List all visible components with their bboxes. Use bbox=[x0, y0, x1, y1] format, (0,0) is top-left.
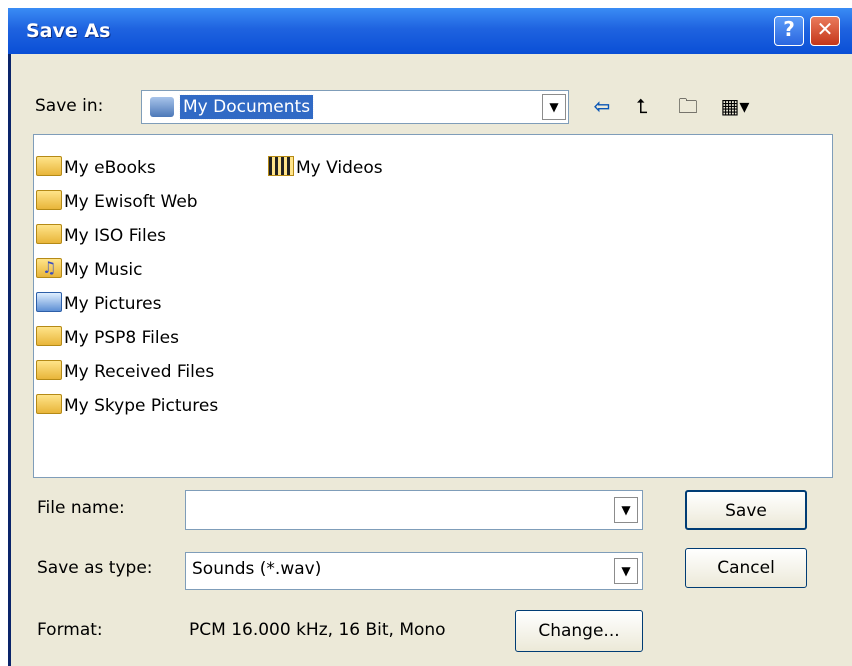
format-label: Format: bbox=[37, 620, 103, 640]
pictures-folder-icon bbox=[36, 292, 62, 312]
back-arrow-icon[interactable]: ⇦ bbox=[589, 94, 615, 118]
file-list[interactable]: My eBooks My Ewisoft Web My ISO Files My… bbox=[33, 134, 833, 478]
folder-icon bbox=[36, 190, 62, 210]
file-name-label: File name: bbox=[37, 498, 125, 518]
chevron-down-icon[interactable]: ▼ bbox=[542, 94, 566, 120]
save-as-type-value: Sounds (*.wav) bbox=[192, 559, 322, 579]
help-button[interactable]: ? bbox=[774, 16, 804, 46]
folder-icon bbox=[36, 394, 62, 414]
list-item-label: My Received Files bbox=[64, 362, 215, 382]
list-item[interactable]: My eBooks bbox=[36, 153, 156, 183]
change-button[interactable]: Change... bbox=[515, 610, 643, 652]
title-bar[interactable]: Save As ? ✕ bbox=[8, 8, 852, 54]
chevron-down-icon[interactable]: ▼ bbox=[614, 497, 638, 523]
save-in-value: My Documents bbox=[178, 94, 315, 120]
list-item[interactable]: My Received Files bbox=[36, 357, 214, 387]
save-as-type-label: Save as type: bbox=[37, 558, 153, 578]
folder-icon bbox=[36, 224, 62, 244]
list-item[interactable]: My Skype Pictures bbox=[36, 391, 218, 421]
save-in-label: Save in: bbox=[35, 96, 104, 116]
list-item[interactable]: My Music bbox=[36, 253, 143, 285]
list-item[interactable]: My Ewisoft Web bbox=[36, 187, 198, 217]
list-item-label: My Music bbox=[64, 260, 143, 280]
list-item-label: My Videos bbox=[296, 158, 383, 178]
list-item-label: My PSP8 Files bbox=[64, 328, 179, 348]
close-icon: ✕ bbox=[816, 17, 834, 41]
dialog-title: Save As bbox=[26, 20, 111, 42]
videos-folder-icon bbox=[268, 156, 294, 176]
list-item-label: My Pictures bbox=[64, 294, 162, 314]
up-one-level-icon[interactable]: ⮤ bbox=[629, 94, 655, 118]
folder-icon bbox=[36, 326, 62, 346]
file-name-field[interactable]: ▼ bbox=[185, 490, 643, 530]
music-folder-icon bbox=[36, 253, 62, 283]
list-item[interactable]: My ISO Files bbox=[36, 221, 166, 251]
list-item-label: My Skype Pictures bbox=[64, 396, 219, 416]
format-value: PCM 16.000 kHz, 16 Bit, Mono bbox=[189, 620, 446, 640]
save-in-combo[interactable]: My Documents ▼ bbox=[141, 90, 569, 124]
chevron-down-icon[interactable]: ▼ bbox=[614, 558, 638, 584]
list-item-label: My eBooks bbox=[64, 158, 156, 178]
list-item-label: My Ewisoft Web bbox=[64, 192, 198, 212]
list-item[interactable]: My Pictures bbox=[36, 289, 161, 319]
my-documents-icon bbox=[150, 97, 174, 117]
list-item[interactable]: My Videos bbox=[268, 153, 383, 183]
save-as-dialog: Save As ? ✕ Save in: My Documents ▼ ⇦ ⮤ … bbox=[8, 8, 852, 666]
folder-icon bbox=[36, 156, 62, 176]
views-menu-icon[interactable]: ▦▾ bbox=[717, 94, 753, 118]
list-item[interactable]: My PSP8 Files bbox=[36, 323, 179, 353]
new-folder-icon[interactable]: 🗀 bbox=[671, 94, 705, 118]
help-icon: ? bbox=[783, 17, 795, 41]
list-item-label: My ISO Files bbox=[64, 226, 167, 246]
folder-icon bbox=[36, 360, 62, 380]
dialog-body: Save in: My Documents ▼ ⇦ ⮤ 🗀 ▦▾ My eBoo… bbox=[11, 54, 852, 666]
save-as-type-select[interactable]: Sounds (*.wav) ▼ bbox=[185, 552, 643, 590]
close-button[interactable]: ✕ bbox=[810, 16, 840, 46]
save-button[interactable]: Save bbox=[685, 490, 807, 530]
cancel-button[interactable]: Cancel bbox=[685, 548, 807, 588]
